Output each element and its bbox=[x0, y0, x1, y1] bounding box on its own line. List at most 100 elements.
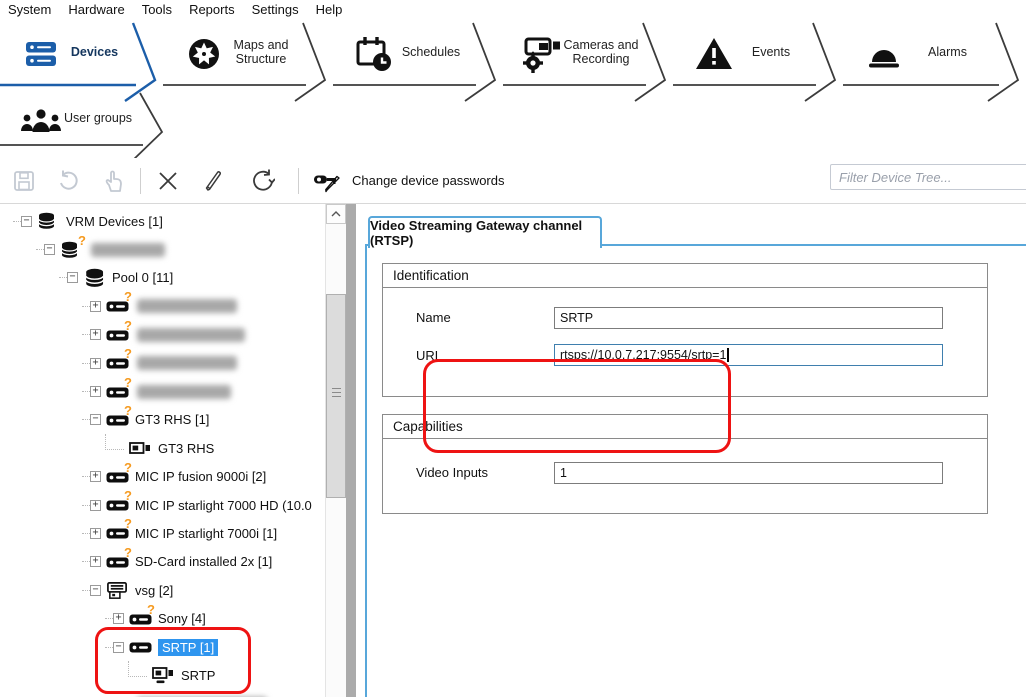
encoder-icon: ? bbox=[106, 496, 129, 514]
tree-item-vrm-devices-1-[interactable]: −VRM Devices [1] bbox=[0, 207, 325, 235]
tree-expander-plus[interactable]: + bbox=[90, 471, 101, 482]
filter-device-tree-input[interactable] bbox=[830, 164, 1026, 190]
tree-item-mic-ip-starlight-7000i-1-[interactable]: +?MIC IP starlight 7000i [1] bbox=[0, 519, 325, 547]
scrollbar-grip bbox=[332, 392, 341, 393]
vsg-icon bbox=[106, 581, 129, 599]
device-tree-panel: −VRM Devices [1]−?−Pool 0 [11]+?+?+?+?−?… bbox=[0, 204, 325, 697]
tree-expander-minus[interactable]: − bbox=[113, 642, 124, 653]
tree-expander-plus[interactable]: + bbox=[90, 386, 101, 397]
url-field[interactable]: rtsps://10.0.7.217:9554/srtp=1 bbox=[554, 344, 943, 366]
capabilities-group-title: Capabilities bbox=[383, 415, 987, 439]
change-passwords-button[interactable] bbox=[312, 166, 344, 196]
tree-expander-plus[interactable]: + bbox=[113, 613, 124, 624]
ribbon-tab-events[interactable]: Events bbox=[673, 19, 843, 101]
scrollbar-up-button[interactable] bbox=[326, 204, 346, 224]
redacted-label bbox=[137, 385, 231, 399]
tree-item-mic-ip-fusion-9000i-2-[interactable]: +?MIC IP fusion 9000i [2] bbox=[0, 463, 325, 491]
delete-button[interactable] bbox=[152, 166, 184, 196]
tree-item-vsg-2-[interactable]: −vsg [2] bbox=[0, 576, 325, 604]
panel-splitter[interactable] bbox=[346, 204, 356, 697]
unauthenticated-question-icon: ? bbox=[124, 318, 132, 333]
tree-connector bbox=[128, 661, 147, 677]
tree-item-label: GT3 RHS [1] bbox=[135, 412, 209, 427]
delete-x-icon bbox=[157, 170, 179, 192]
tree-item-sony-4-[interactable]: +?Sony [4] bbox=[0, 604, 325, 632]
tree-item-label: SRTP [1] bbox=[158, 639, 218, 656]
undo-button[interactable] bbox=[52, 166, 84, 196]
encoder-icon: ? bbox=[106, 326, 129, 344]
encoder-icon: ? bbox=[106, 354, 129, 372]
tree-connector bbox=[105, 434, 124, 450]
tree-expander-plus[interactable]: + bbox=[90, 301, 101, 312]
ribbon-tab-alarms[interactable]: Alarms bbox=[843, 19, 1026, 101]
menu-reports[interactable]: Reports bbox=[189, 2, 235, 17]
tree-expander-plus[interactable]: + bbox=[90, 528, 101, 539]
tree-item-redacted[interactable]: +? bbox=[0, 292, 325, 320]
pencil-icon bbox=[202, 169, 226, 193]
tree-item-redacted[interactable]: +iSCSI bbox=[0, 690, 325, 697]
save-icon bbox=[12, 169, 36, 193]
save-button[interactable] bbox=[8, 166, 40, 196]
scrollbar-thumb[interactable] bbox=[326, 294, 346, 498]
ribbon-tab-user-groups[interactable]: User groups bbox=[0, 91, 170, 161]
refresh-button[interactable] bbox=[246, 166, 278, 196]
tree-expander-plus[interactable]: + bbox=[90, 500, 101, 511]
ribbon-tab-maps-and-structure[interactable]: Maps and Structure bbox=[163, 19, 333, 101]
tree-connector bbox=[82, 476, 90, 477]
tree-expander-plus[interactable]: + bbox=[90, 358, 101, 369]
activate-button[interactable] bbox=[98, 166, 130, 196]
tree-expander-plus[interactable]: + bbox=[90, 329, 101, 340]
events-icon bbox=[691, 31, 737, 77]
encoder-icon bbox=[129, 638, 152, 656]
tree-item-label: Sony [4] bbox=[158, 611, 206, 626]
name-field[interactable]: SRTP bbox=[554, 307, 943, 329]
ribbon-tab-devices[interactable]: Devices bbox=[0, 19, 163, 101]
video-inputs-field[interactable]: 1 bbox=[554, 462, 943, 484]
tree-item-redacted[interactable]: +? bbox=[0, 349, 325, 377]
bvms-configuration-client-window: System Hardware Tools Reports Settings H… bbox=[0, 0, 1026, 697]
tree-item-srtp-1-[interactable]: − SRTP [1] bbox=[0, 633, 325, 661]
redacted-label bbox=[137, 328, 245, 342]
tree-item-redacted[interactable]: +? bbox=[0, 321, 325, 349]
menu-hardware[interactable]: Hardware bbox=[68, 2, 124, 17]
tree-expander-plus[interactable]: + bbox=[90, 556, 101, 567]
tree-item-mic-ip-starlight-7000-hd-10-0[interactable]: +?MIC IP starlight 7000 HD (10.0 bbox=[0, 491, 325, 519]
tree-item-gt3-rhs[interactable]: GT3 RHS bbox=[0, 434, 325, 462]
menu-settings[interactable]: Settings bbox=[252, 2, 299, 17]
ribbon-tab-cameras-and-recording[interactable]: Cameras and Recording bbox=[503, 19, 673, 101]
menu-tools[interactable]: Tools bbox=[142, 2, 172, 17]
unauthenticated-question-icon: ? bbox=[124, 545, 132, 560]
refresh-icon bbox=[249, 168, 275, 194]
redacted-label bbox=[91, 243, 165, 257]
edit-button[interactable] bbox=[198, 166, 230, 196]
tree-expander-minus[interactable]: − bbox=[67, 272, 78, 283]
ribbon-tab-label: Devices bbox=[60, 45, 129, 59]
encoder-icon: ? bbox=[106, 411, 129, 429]
menu-help[interactable]: Help bbox=[316, 2, 343, 17]
undo-icon bbox=[56, 169, 80, 193]
tree-expander-minus[interactable]: − bbox=[90, 585, 101, 596]
tree-expander-minus[interactable]: − bbox=[44, 244, 55, 255]
tree-item-pool-0-11-[interactable]: −Pool 0 [11] bbox=[0, 264, 325, 292]
toolbar: Change device passwords bbox=[0, 158, 1026, 204]
url-label: URL bbox=[416, 348, 442, 363]
tree-item-redacted[interactable]: −? bbox=[0, 235, 325, 263]
tree-expander-minus[interactable]: − bbox=[21, 216, 32, 227]
alarms-icon bbox=[861, 31, 907, 77]
ribbon-tab-schedules[interactable]: Schedules bbox=[333, 19, 503, 101]
tree-item-gt3-rhs-1-[interactable]: −? GT3 RHS [1] bbox=[0, 406, 325, 434]
tab-page-left-border bbox=[365, 244, 367, 697]
menu-system[interactable]: System bbox=[8, 2, 51, 17]
database-icon: ? bbox=[60, 241, 83, 259]
tree-item-redacted[interactable]: +? bbox=[0, 377, 325, 405]
unauthenticated-question-icon: ? bbox=[124, 346, 132, 361]
tree-item-srtp[interactable]: SRTP bbox=[0, 661, 325, 689]
tree-scrollbar[interactable] bbox=[325, 204, 346, 697]
tree-expander-minus[interactable]: − bbox=[90, 414, 101, 425]
tree-connector bbox=[82, 561, 90, 562]
tree-item-sd-card-installed-2x-1-[interactable]: +?SD-Card installed 2x [1] bbox=[0, 548, 325, 576]
tab-vsg-channel-rtsp[interactable]: Video Streaming Gateway channel (RTSP) bbox=[368, 216, 602, 248]
tree-item-label: MIC IP fusion 9000i [2] bbox=[135, 469, 266, 484]
camera-monitor-icon bbox=[152, 666, 175, 684]
video-inputs-label: Video Inputs bbox=[416, 465, 488, 480]
